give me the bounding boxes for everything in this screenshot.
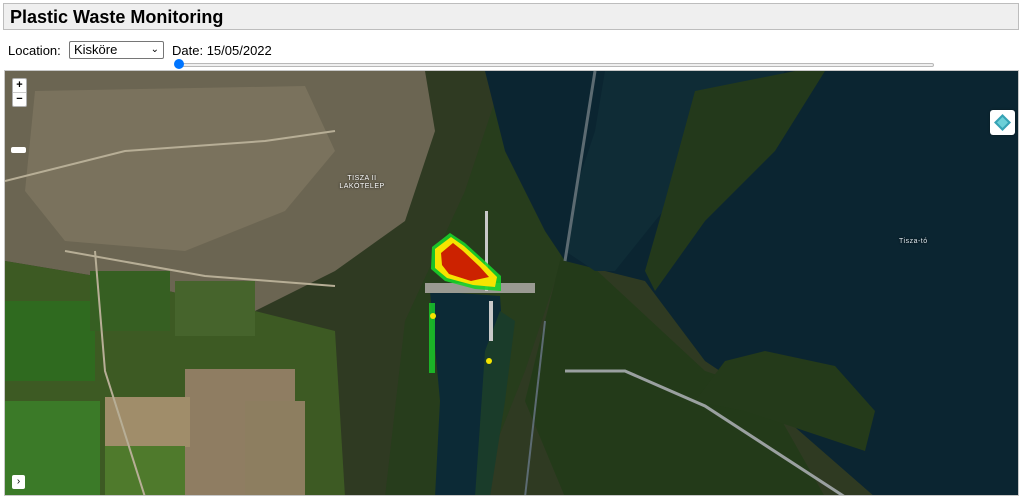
settlement-label-line2: LAKÓTELEP [339, 183, 385, 190]
settlement-label-line1: TISZA II [347, 175, 377, 182]
date-display: Date: 15/05/2022 [172, 43, 272, 58]
page-title: Plastic Waste Monitoring [10, 7, 224, 27]
zoom-in-button[interactable]: + [13, 79, 26, 93]
location-label: Location: [8, 43, 61, 58]
date-label: Date: [172, 43, 204, 58]
map-view[interactable]: + − › TISZA II LAKÓTELEP Tisza-tó [4, 70, 1019, 496]
date-slider-track[interactable] [178, 63, 934, 67]
expand-panel-button[interactable]: › [12, 475, 25, 489]
scale-control [11, 147, 26, 153]
zoom-out-button[interactable]: − [13, 93, 26, 106]
location-select-value: Kisköre [74, 42, 118, 57]
layers-button[interactable] [990, 110, 1015, 135]
zoom-control: + − [12, 78, 27, 107]
title-bar: Plastic Waste Monitoring [3, 3, 1019, 30]
chevron-down-icon: ⌄ [150, 44, 159, 55]
layers-icon [994, 114, 1011, 131]
lake-label: Tisza-tó [899, 238, 928, 245]
date-value: 15/05/2022 [206, 43, 272, 58]
location-select[interactable]: Kisköre ⌄ [69, 41, 164, 59]
controls-bar: Location: Kisköre ⌄ Date: 15/05/2022 [0, 36, 1024, 69]
satellite-imagery [5, 71, 1018, 495]
date-slider-thumb[interactable] [174, 59, 184, 69]
settlement-label: TISZA II LAKÓTELEP [332, 175, 392, 191]
